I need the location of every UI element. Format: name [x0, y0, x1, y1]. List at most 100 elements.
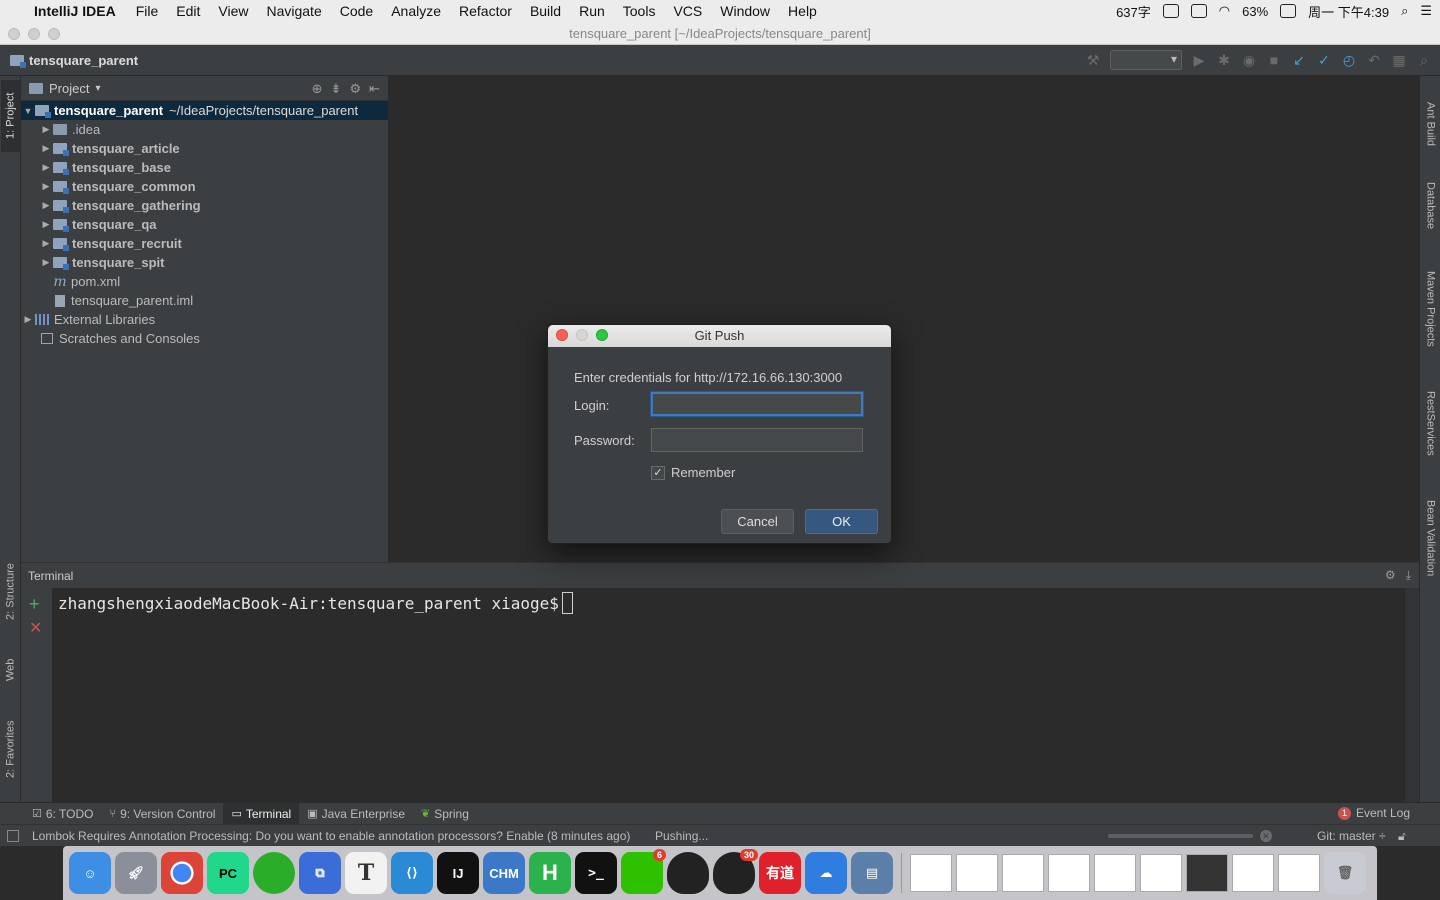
preview-icon[interactable]: ▤ — [851, 852, 893, 894]
debug-icon[interactable]: ✱ — [1216, 52, 1232, 68]
gear-icon[interactable]: ⚙ — [349, 81, 361, 97]
new-session-icon[interactable]: + — [29, 594, 40, 615]
minimized-window[interactable] — [956, 854, 998, 892]
ok-button[interactable]: OK — [805, 509, 878, 534]
terminal-app-icon[interactable]: >_ — [575, 852, 617, 894]
menu-run[interactable]: Run — [579, 3, 605, 19]
tree-item-iml[interactable]: tensquare_parent.iml — [21, 291, 388, 310]
cloud-app-icon[interactable]: ☁ — [805, 852, 847, 894]
tree-item-scratches[interactable]: Scratches and Consoles — [21, 329, 388, 348]
chrome-icon[interactable] — [161, 852, 203, 894]
minimized-window[interactable] — [910, 854, 952, 892]
tab-maven-projects[interactable]: Maven Projects — [1421, 258, 1440, 360]
tree-item-spit[interactable]: ▶ tensquare_spit — [21, 253, 388, 272]
status-message[interactable]: Lombok Requires Annotation Processing: D… — [32, 829, 630, 843]
wechat-icon[interactable]: 6 — [621, 849, 666, 894]
cancel-task-icon[interactable]: ✕ — [1260, 830, 1272, 842]
tool-windows-toggle-icon[interactable] — [7, 829, 19, 842]
vcs-revert-icon[interactable]: ↶ — [1366, 52, 1382, 68]
menu-tools[interactable]: Tools — [623, 3, 656, 19]
editor-area[interactable] — [389, 76, 1419, 562]
git-branch-widget[interactable]: Git: master ÷ — [1317, 829, 1386, 843]
run-icon[interactable]: ▶ — [1191, 52, 1207, 68]
menu-code[interactable]: Code — [340, 3, 373, 19]
tree-item-common[interactable]: ▶ tensquare_common — [21, 177, 388, 196]
chevron-right-icon[interactable]: ▶ — [39, 257, 53, 268]
tree-item-gathering[interactable]: ▶ tensquare_gathering — [21, 196, 388, 215]
tree-item-pom[interactable]: m pom.xml — [21, 272, 388, 291]
minimized-window[interactable] — [1186, 854, 1228, 892]
remember-checkbox[interactable]: ✓ Remember — [651, 465, 735, 480]
terminal-output[interactable]: zhangshengxiaodeMacBook-Air:tensquare_pa… — [58, 592, 573, 614]
menu-navigate[interactable]: Navigate — [266, 3, 321, 19]
tab-event-log[interactable]: 1 Event Log — [1337, 806, 1410, 820]
h-app-icon[interactable]: H — [529, 852, 571, 894]
lock-icon[interactable]: 🔓︎ — [1398, 829, 1406, 844]
project-structure-icon[interactable]: ▦ — [1391, 52, 1407, 68]
hide-panel-icon[interactable]: ⇤ — [369, 81, 380, 97]
minimized-window[interactable] — [1232, 854, 1274, 892]
input-method-icon[interactable] — [1162, 4, 1179, 18]
typora-icon[interactable]: T — [345, 852, 387, 894]
tree-item-base[interactable]: ▶ tensquare_base — [21, 158, 388, 177]
checkmark-icon[interactable]: ✓ — [651, 465, 665, 480]
menu-view[interactable]: View — [218, 3, 248, 19]
app-menu[interactable]: IntelliJ IDEA — [34, 3, 116, 19]
youdao-icon[interactable]: 有道 — [759, 852, 801, 894]
tab-web[interactable]: Web — [1, 646, 20, 694]
chevron-right-icon[interactable]: ▶ — [39, 124, 53, 135]
tab-terminal[interactable]: ▭ Terminal — [223, 802, 300, 825]
wifi-icon[interactable]: ◠ — [1219, 3, 1230, 19]
launchpad-icon[interactable]: 🚀︎ — [115, 852, 157, 894]
tab-rest-services[interactable]: RestServices — [1421, 376, 1440, 470]
tree-item-article[interactable]: ▶ tensquare_article — [21, 139, 388, 158]
qq-icon[interactable] — [667, 852, 709, 894]
chevron-down-icon[interactable]: ▾ — [95, 83, 100, 94]
build-icon[interactable]: ⚒ — [1085, 52, 1101, 68]
menu-analyze[interactable]: Analyze — [391, 3, 441, 19]
zoom-window-button[interactable] — [48, 28, 60, 40]
menu-edit[interactable]: Edit — [176, 3, 200, 19]
search-everywhere-icon[interactable]: ⌕ — [1416, 52, 1432, 68]
tab-todo[interactable]: ☑ 6: TODO — [24, 803, 101, 825]
terminal-scrollbar[interactable] — [1405, 588, 1419, 803]
cancel-button[interactable]: Cancel — [721, 509, 794, 534]
collapse-all-icon[interactable]: ⇟ — [331, 81, 342, 97]
login-field[interactable] — [651, 392, 863, 416]
dialog-close-button[interactable] — [556, 329, 568, 341]
minimized-window[interactable] — [1048, 854, 1090, 892]
chevron-right-icon[interactable]: ▶ — [39, 143, 53, 154]
menu-help[interactable]: Help — [788, 3, 817, 19]
tab-project[interactable]: 1: Project — [1, 80, 20, 152]
intellij-icon[interactable]: IJ — [437, 852, 479, 894]
airplay-icon[interactable] — [1190, 4, 1207, 18]
menu-build[interactable]: Build — [530, 3, 561, 19]
parallels-icon[interactable]: ⧉ — [299, 852, 341, 894]
battery-icon[interactable] — [1280, 4, 1297, 18]
notification-center-icon[interactable]: ☰ — [1420, 3, 1432, 19]
menu-window[interactable]: Window — [720, 3, 770, 19]
run-configuration-select[interactable] — [1110, 50, 1182, 70]
vcs-history-icon[interactable]: ◴ — [1341, 52, 1357, 68]
finder-icon[interactable]: ☺ — [69, 852, 111, 894]
close-window-button[interactable] — [8, 28, 20, 40]
battery-percent[interactable]: 63% — [1242, 4, 1268, 19]
tab-ant-build[interactable]: Ant Build — [1421, 84, 1440, 164]
vcs-update-icon[interactable]: ↙ — [1291, 52, 1307, 68]
pycharm-icon[interactable]: PC — [207, 852, 249, 894]
minimized-window[interactable] — [1002, 854, 1044, 892]
chevron-down-icon[interactable]: ▼ — [21, 106, 35, 116]
password-field[interactable] — [651, 428, 863, 452]
minimized-window[interactable] — [1278, 854, 1320, 892]
minimized-window[interactable] — [1094, 854, 1136, 892]
background-task-status[interactable]: Pushing... — [655, 829, 708, 843]
tree-root[interactable]: ▼ tensquare_parent ~/IdeaProjects/tensqu… — [21, 101, 388, 120]
vcs-commit-icon[interactable]: ✓ — [1316, 52, 1332, 68]
project-view-selector[interactable]: Project — [49, 81, 89, 96]
minimize-window-button[interactable] — [28, 28, 40, 40]
spotlight-icon[interactable]: ⌕ — [1401, 3, 1408, 19]
tab-database[interactable]: Database — [1421, 170, 1440, 242]
qq-second-icon[interactable]: 30 — [713, 849, 758, 894]
menu-file[interactable]: File — [136, 3, 159, 19]
word-count-status[interactable]: 637字 — [1116, 2, 1151, 21]
